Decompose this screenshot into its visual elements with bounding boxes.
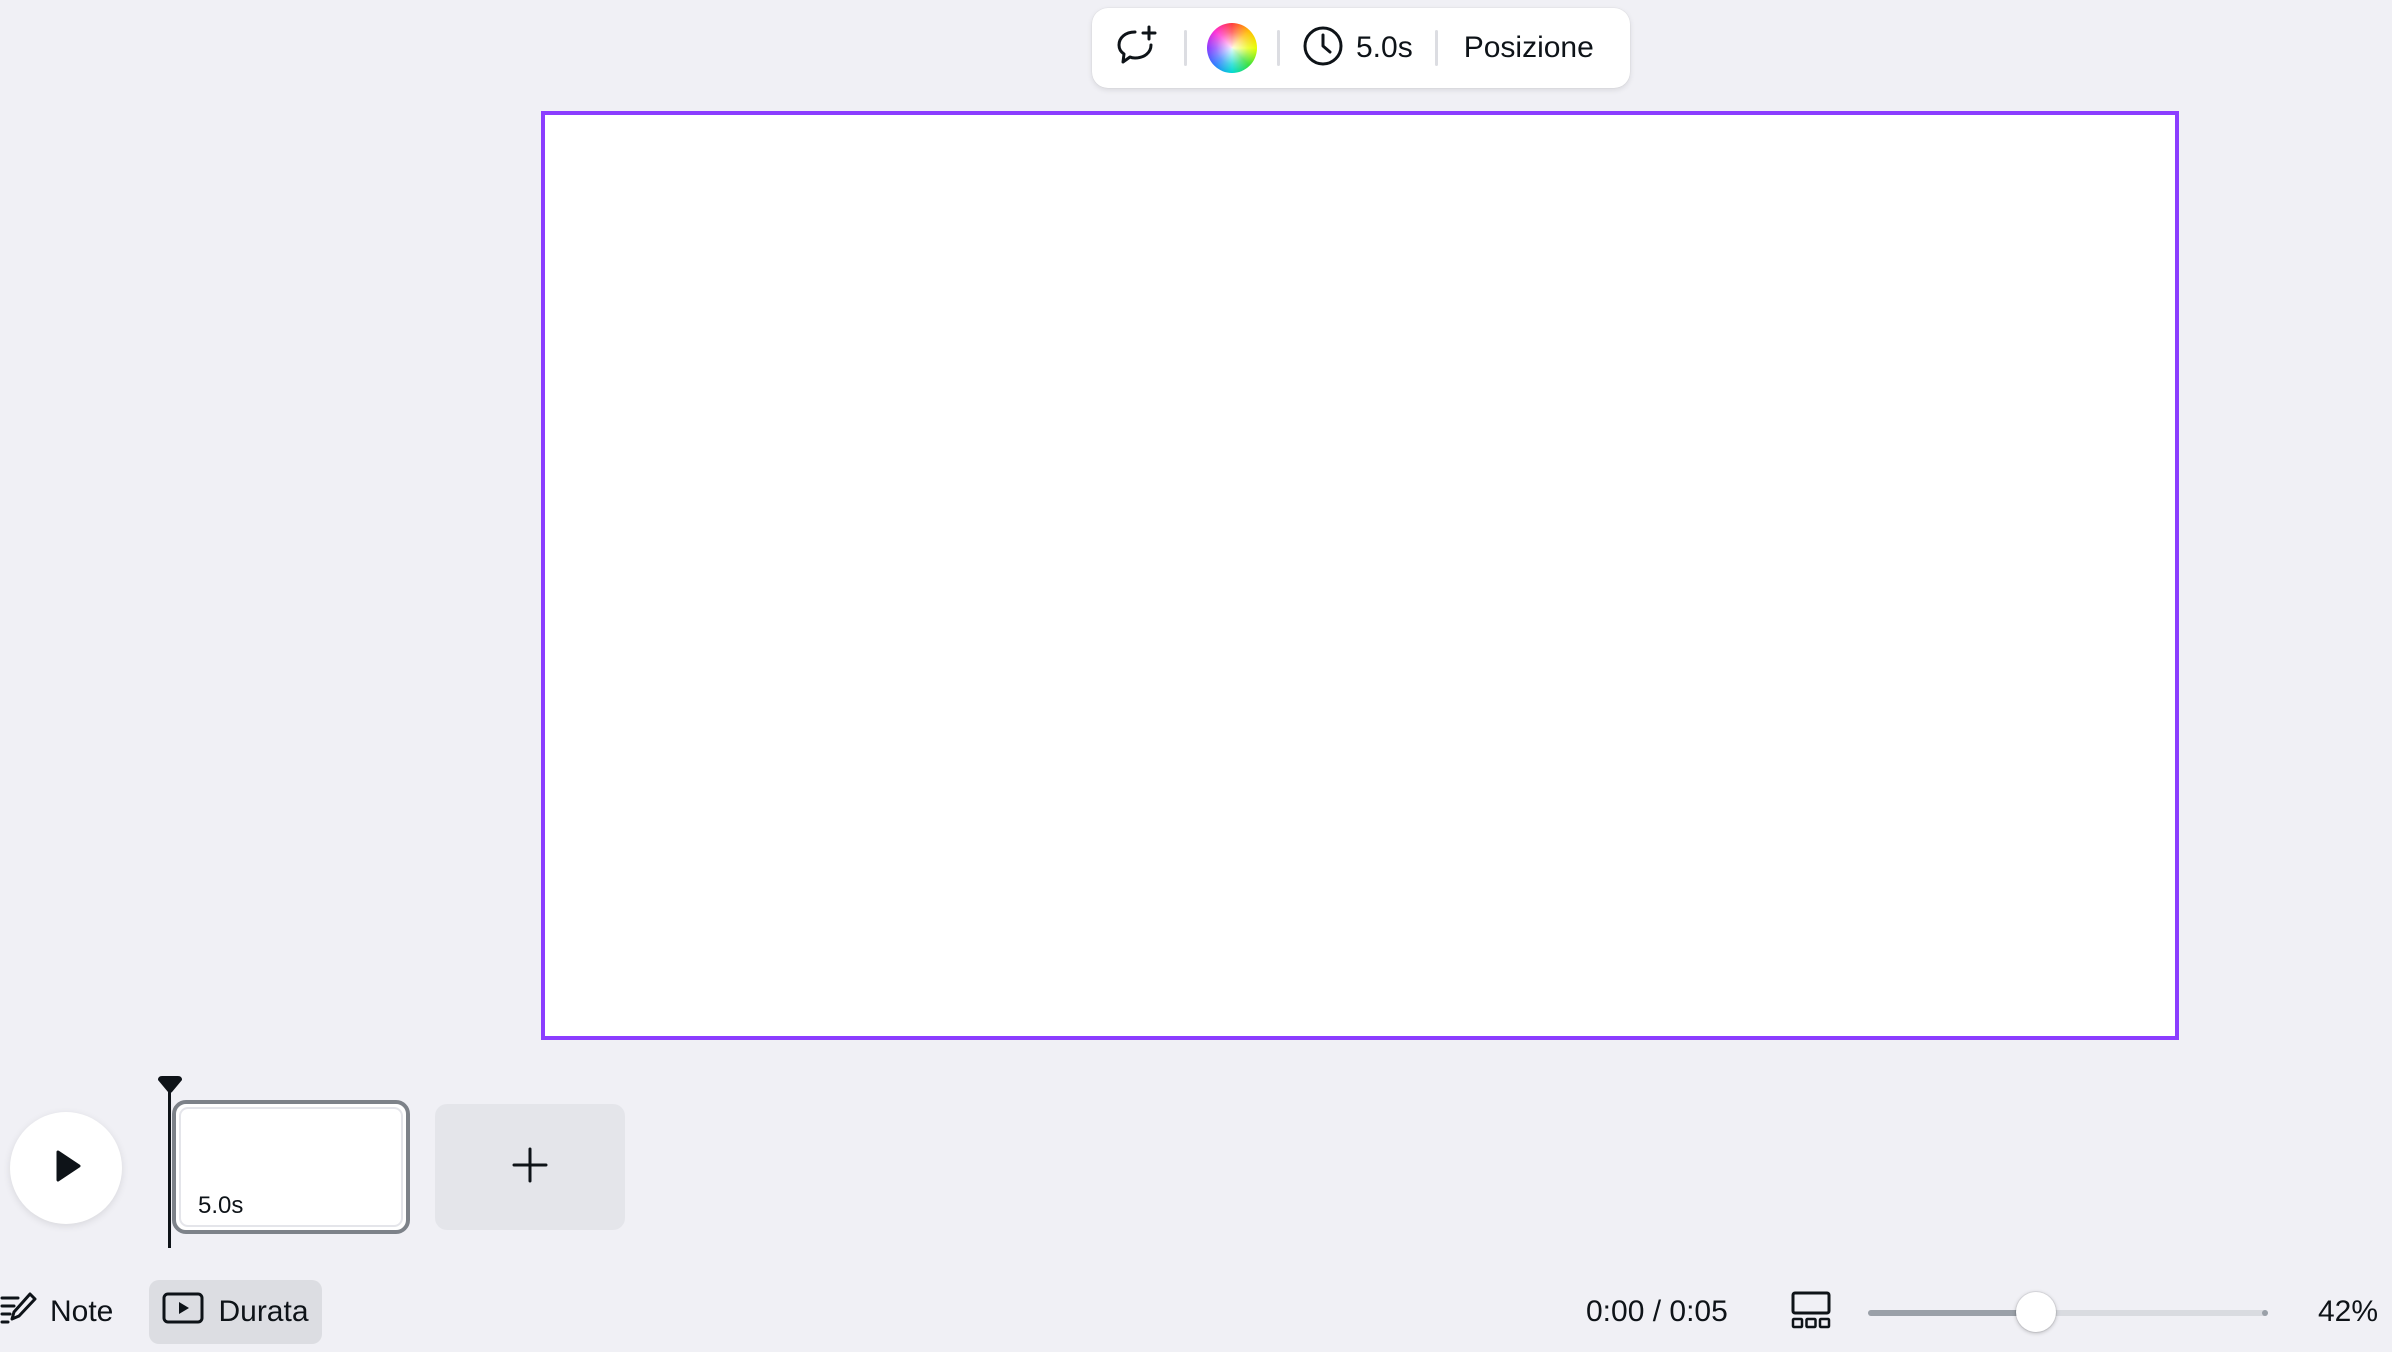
add-scene-button[interactable] (435, 1104, 625, 1230)
toolbar-divider (1184, 30, 1187, 66)
toolbar-divider (1277, 30, 1280, 66)
video-duration-icon (162, 1292, 204, 1332)
clock-icon (1302, 25, 1344, 72)
position-button[interactable]: Posizione (1456, 18, 1602, 78)
time-display: 0:00 / 0:05 (1586, 1295, 1728, 1328)
color-wheel-icon (1207, 23, 1257, 73)
add-comment-button[interactable] (1108, 18, 1166, 78)
zoom-slider-end (2262, 1310, 2268, 1316)
plus-icon (510, 1145, 550, 1190)
zoom-slider-thumb[interactable] (2016, 1292, 2056, 1332)
editor-app: 5.0s Posizione 5.0s Note Durata 0:00 / 0… (0, 0, 2392, 1352)
background-color-button[interactable] (1205, 18, 1259, 78)
scene-thumbnail[interactable]: 5.0s (172, 1100, 410, 1234)
notes-label: Note (50, 1295, 114, 1328)
zoom-slider-fill (1868, 1310, 2036, 1316)
design-canvas-page[interactable] (541, 111, 2179, 1040)
comment-add-icon (1115, 24, 1159, 73)
play-button[interactable] (10, 1112, 122, 1224)
duration-button[interactable]: Durata (149, 1280, 322, 1344)
play-icon (46, 1146, 86, 1191)
page-duration: 5.0s (1356, 31, 1413, 64)
duration-label: Durata (218, 1295, 309, 1328)
grid-view-button[interactable] (1788, 1290, 1834, 1334)
notes-button[interactable]: Note (0, 1280, 121, 1344)
playhead[interactable] (168, 1090, 171, 1248)
floating-toolbar: 5.0s Posizione (1092, 8, 1630, 88)
zoom-slider-track[interactable] (1868, 1310, 2268, 1316)
timing-button[interactable]: 5.0s (1298, 18, 1417, 78)
toolbar-divider (1434, 30, 1438, 66)
zoom-level[interactable]: 42% (2318, 1280, 2378, 1344)
position-label: Posizione (1463, 31, 1594, 64)
bottom-bar: Note Durata 0:00 / 0:05 42% (0, 1280, 2392, 1352)
notes-icon (0, 1290, 38, 1334)
scene-duration-label: 5.0s (198, 1192, 244, 1219)
grid-view-icon (1791, 1291, 1831, 1334)
playhead-handle[interactable] (156, 1076, 184, 1100)
